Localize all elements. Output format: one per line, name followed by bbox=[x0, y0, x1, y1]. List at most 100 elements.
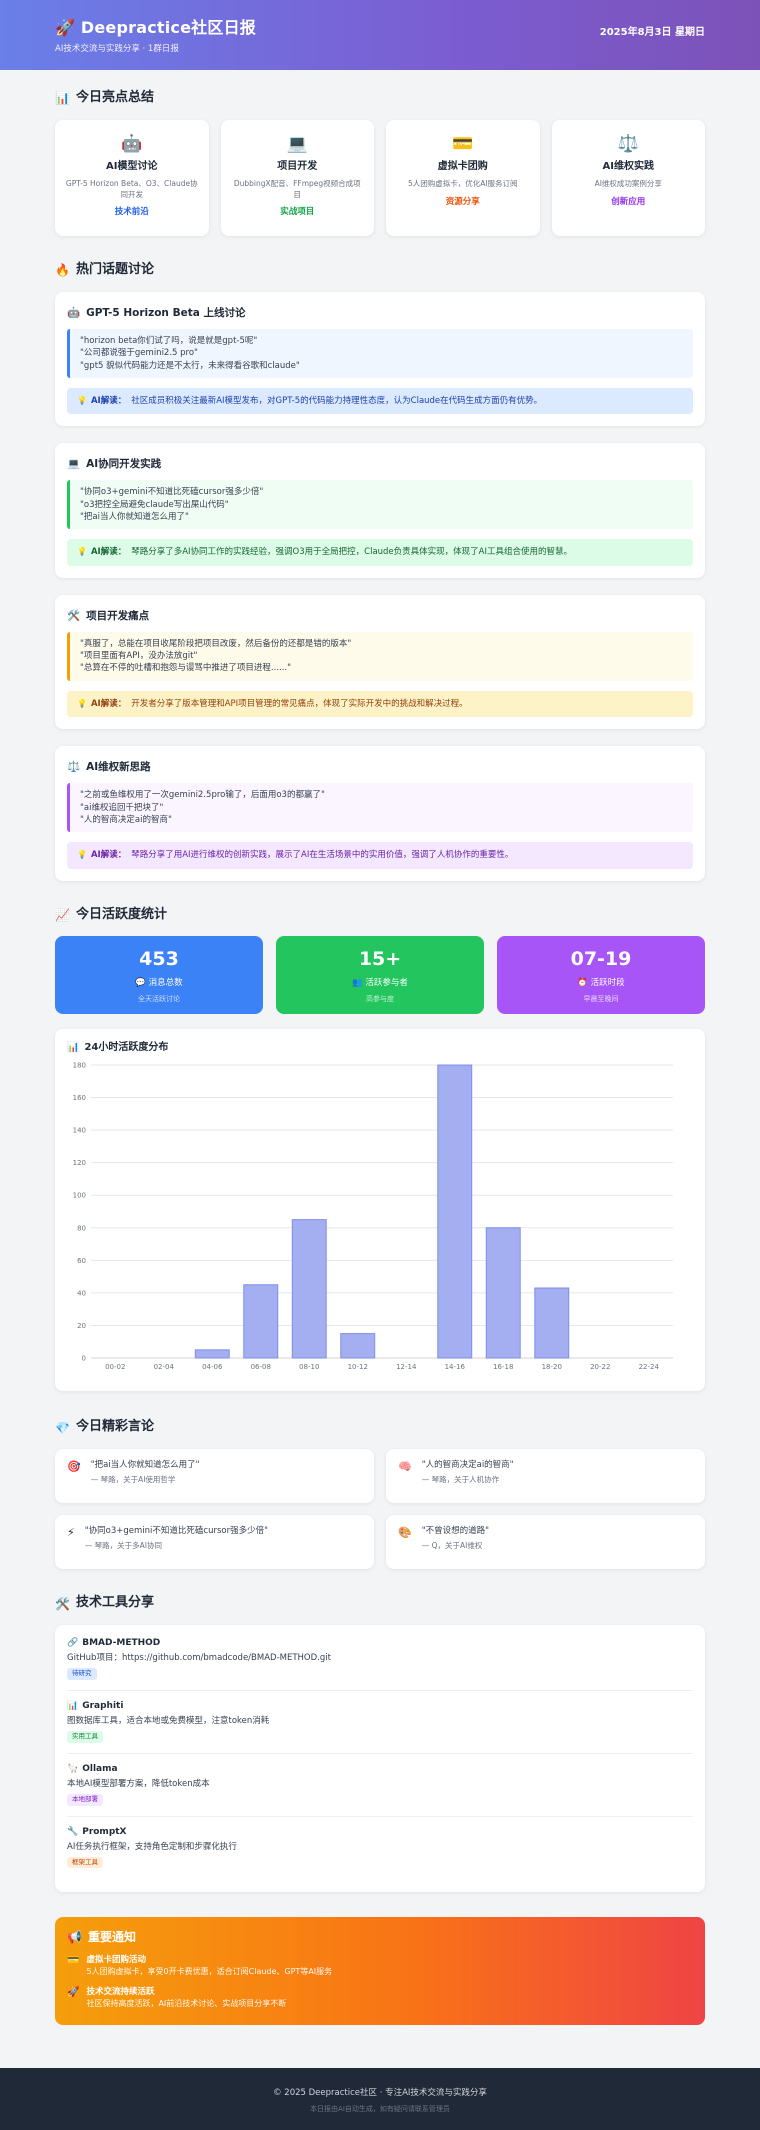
topic-header: 💻 AI协同开发实践 bbox=[67, 457, 693, 472]
quote-text: "把ai当人你就知道怎么用了" bbox=[90, 1460, 200, 1471]
notice-item-icon: 💳 bbox=[67, 1954, 80, 1966]
highlight-desc: DubbingX配音、FFmpeg视频合成项目 bbox=[233, 179, 361, 199]
chart-bar bbox=[437, 1064, 473, 1359]
tool-name: Ollama bbox=[82, 1763, 118, 1774]
highlight-tag: 资源分享 bbox=[445, 196, 480, 207]
tool-icon: 📊 bbox=[67, 1700, 79, 1711]
tool-item: 🔗 BMAD-METHOD GitHub项目：https://github.com/… bbox=[67, 1637, 693, 1691]
topic-ai-interpretation: 💡 AI解读： 开发者分享了版本管理和API项目管理的常见痛点，体现了实际开发中的挑… bbox=[67, 690, 693, 718]
x-tick-label: 16-18 bbox=[493, 1363, 513, 1371]
topics-section-title: 🔥 热门话题讨论 bbox=[55, 261, 705, 280]
x-tick-label: 04-06 bbox=[202, 1363, 223, 1371]
topic-header: ⚖️ AI维权新思路 bbox=[67, 760, 693, 775]
report-header: 🚀 Deepractice社区日报 AI技术交流与实践分享 · 1群日报 202… bbox=[0, 0, 760, 70]
stat-card: 453 💬 消息总数 全天活跃讨论 bbox=[55, 936, 263, 1015]
stat-card: 07-19 ⏰ 活跃时段 早晨至晚间 bbox=[497, 936, 705, 1015]
lightbulb-icon: 💡 bbox=[77, 698, 87, 708]
tool-name-row: 🔗 BMAD-METHOD bbox=[67, 1637, 693, 1650]
topic-quotes: "真服了，总能在项目收尾阶段把项目改废，然后备份的还都是错的版本" "项目里面有A… bbox=[67, 631, 693, 681]
highlight-desc: 5人团购虚拟卡，优化AI服务订阅 bbox=[407, 179, 518, 189]
y-tick-label: 140 bbox=[73, 1127, 86, 1135]
stat-card: 15+ 👥 活跃参与者 高参与度 bbox=[276, 936, 484, 1015]
topic-card: ⚖️ AI维权新思路 "之前或鱼维权用了一次gemini2.5pro输了，后面用o3… bbox=[55, 746, 705, 881]
quote-icon: ⚡ bbox=[67, 1526, 75, 1540]
tool-item: 🦙 Ollama 本地AI模型部署方案，降低token成本 本地部署 bbox=[67, 1763, 693, 1817]
highlights-grid: 🤖 AI模型讨论 GPT-5 Horizon Beta、O3、Claude协同开发技… bbox=[55, 119, 705, 236]
quote-body: "把ai当人你就知道怎么用了" — 琴路，关于AI使用哲学 bbox=[91, 1459, 200, 1493]
tool-name-row: 🔧 PromptX bbox=[67, 1826, 693, 1839]
interp-label: AI解读： bbox=[90, 547, 127, 558]
tool-item: 🔧 PromptX AI任务执行框架，支持角色定制和步骤化执行 框架工具 bbox=[67, 1826, 693, 1879]
highlight-icon: 💻 bbox=[286, 133, 308, 154]
tool-item: 📊 Graphiti 图数据库工具，适合本地或免费模型，注意token消耗 实用工具 bbox=[67, 1700, 693, 1754]
quote-body: "协同o3+gemini不知道比死磕cursor强多少倍" — 琴路，关于多AI协… bbox=[85, 1525, 268, 1559]
topic-quote: "公司都说强于gemini2.5 pro" bbox=[80, 348, 198, 359]
tool-name-row: 📊 Graphiti bbox=[67, 1700, 693, 1713]
quote-icon: 🧠 bbox=[398, 1460, 412, 1474]
quote-meta: — Q，关于AI维权 bbox=[421, 1540, 483, 1550]
chart-header: 📊 24小时活跃度分布 bbox=[67, 1041, 693, 1056]
topics-title: 热门话题讨论 bbox=[75, 261, 154, 277]
tool-desc[interactable]: GitHub项目：https://github.com/bmadcode/BMA… bbox=[67, 1652, 693, 1664]
topic-card: 💻 AI协同开发实践 "协同o3+gemini不知道比死磕cursor强多少倍" "o… bbox=[55, 443, 705, 578]
quote-card: ⚡ "协同o3+gemini不知道比死磕cursor强多少倍" — 琴路，关于多AI… bbox=[55, 1515, 374, 1570]
interp-label: AI解读： bbox=[90, 395, 127, 406]
highlight-tag: 实战项目 bbox=[280, 207, 315, 218]
tool-name: BMAD-METHOD bbox=[82, 1638, 161, 1649]
chart-bar bbox=[243, 1284, 279, 1359]
bar-chart-icon: 📊 bbox=[55, 91, 70, 106]
quote-text: "协同o3+gemini不知道比死磕cursor强多少倍" bbox=[84, 1526, 268, 1537]
interp-text: 琴路分享了多AI协同工作的实践经验，强调O3用于全局把控，Claude负责具体实… bbox=[131, 547, 572, 558]
topic-icon: 🤖 bbox=[67, 306, 81, 319]
topic-icon: 💻 bbox=[67, 458, 81, 471]
highlight-tag: 创新应用 bbox=[611, 196, 646, 207]
page-footer: © 2025 Deepractice社区 · 专注AI技术交流与实践分享 本日报… bbox=[0, 2067, 760, 2130]
footer-copyright: © 2025 Deepractice社区 · 专注AI技术交流与实践分享 bbox=[273, 2087, 487, 2098]
quote-icon: 🎨 bbox=[398, 1526, 412, 1540]
y-tick-label: 60 bbox=[77, 1257, 86, 1265]
quote-card: 🎨 "不曾设想的道路" — Q，关于AI维权 bbox=[386, 1515, 705, 1570]
stat-sub: 全天活跃讨论 bbox=[138, 995, 180, 1004]
topic-title: 项目开发痛点 bbox=[86, 609, 150, 622]
x-tick-label: 08-10 bbox=[299, 1363, 319, 1371]
stats-title: 今日活跃度统计 bbox=[75, 906, 167, 922]
quote-text: "不曾设想的道路" bbox=[421, 1526, 490, 1537]
tool-name-row: 🦙 Ollama bbox=[67, 1763, 693, 1776]
highlight-desc: GPT-5 Horizon Beta、O3、Claude协同开发 bbox=[65, 179, 198, 199]
interp-label: AI解读： bbox=[90, 698, 127, 709]
notice-item-desc: 社区保持高度活跃，AI前沿技术讨论、实战项目分享不断 bbox=[86, 1999, 287, 2009]
x-tick-label: 14-16 bbox=[445, 1363, 466, 1371]
stat-sub: 高参与度 bbox=[366, 995, 394, 1004]
chart-bar bbox=[194, 1349, 230, 1359]
stats-cards: 453 💬 消息总数 全天活跃讨论 15+ 👥 活跃参与者 高参与度 07-19 ⏰ 活跃时段… bbox=[55, 936, 705, 1015]
tool-desc: 本地AI模型部署方案，降低token成本 bbox=[67, 1778, 210, 1789]
highlight-title: AI维权实践 bbox=[602, 160, 654, 172]
highlight-card: 💳 虚拟卡团购 5人团购虚拟卡，优化AI服务订阅 资源分享 bbox=[386, 119, 540, 236]
tool-icon: 🔧 bbox=[67, 1826, 79, 1837]
highlight-title: 项目开发 bbox=[277, 160, 318, 172]
interp-text: 琴路分享了用AI进行维权的创新实践，展示了AI在生活场景中的实用价值，强调了人机… bbox=[131, 850, 514, 861]
x-tick-label: 06-08 bbox=[251, 1363, 271, 1371]
tool-icon: 🔗 bbox=[67, 1638, 79, 1649]
highlight-title: AI模型讨论 bbox=[106, 160, 158, 172]
stats-section-title: 📈 今日活跃度统计 bbox=[55, 906, 705, 925]
x-tick-label: 12-14 bbox=[396, 1363, 417, 1371]
chart-bar bbox=[485, 1227, 521, 1359]
x-tick-label: 18-20 bbox=[542, 1363, 562, 1371]
y-tick-label: 80 bbox=[77, 1225, 86, 1233]
quotes-grid: 🎯 "把ai当人你就知道怎么用了" — 琴路，关于AI使用哲学 🧠 "人的智商决定ai的… bbox=[55, 1449, 705, 1570]
lightbulb-icon: 💡 bbox=[77, 395, 87, 405]
topic-quote: "horizon beta你们试了吗，说是就是gpt-5呢" bbox=[80, 335, 258, 346]
highlight-title: 虚拟卡团购 bbox=[437, 160, 488, 172]
quote-body: "人的智商决定ai的智商" — 琴路，关于人机协作 bbox=[422, 1459, 514, 1493]
activity-bar-chart: 0 20 40 60 80 100 120 140 160 180 00-02 02-04 04-06 0… bbox=[73, 1062, 673, 1371]
tool-badge: 框架工具 bbox=[67, 1857, 103, 1869]
y-tick-label: 0 bbox=[82, 1355, 86, 1363]
notice-item-icon: 🚀 bbox=[67, 1986, 80, 1998]
topic-ai-interpretation: 💡 AI解读： 社区成员积极关注最新AI模型发布，对GPT-5的代码能力持理性态度，… bbox=[67, 387, 693, 415]
x-tick-label: 00-02 bbox=[105, 1363, 125, 1371]
topic-quote: "项目里面有API，没办法放git" bbox=[80, 651, 198, 662]
tool-badge: 本地部署 bbox=[67, 1794, 103, 1806]
interp-text: 社区成员积极关注最新AI模型发布，对GPT-5的代码能力持理性态度，认为Clau… bbox=[131, 395, 543, 406]
stat-value: 07-19 bbox=[570, 948, 632, 971]
